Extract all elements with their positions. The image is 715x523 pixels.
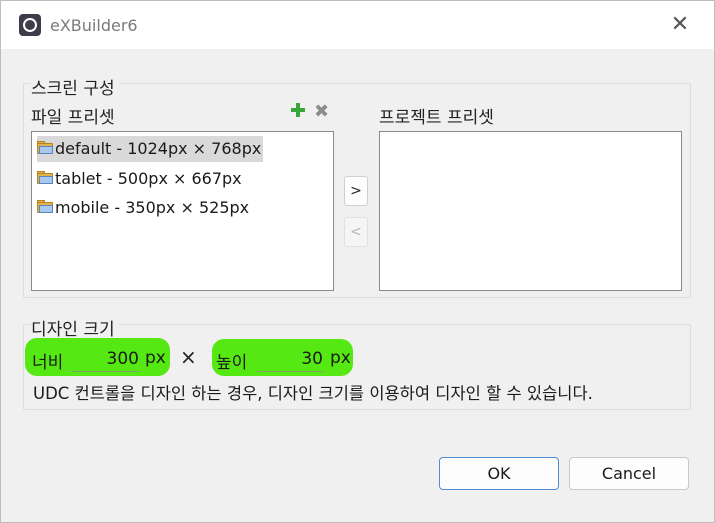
folder-icon: [37, 200, 53, 213]
project-preset-label: 프로젝트 프리셋: [379, 108, 494, 128]
close-button[interactable]: ✕: [665, 11, 695, 39]
folder-icon: [37, 141, 53, 154]
remove-preset-icon[interactable]: ✖: [314, 101, 329, 122]
height-unit: px: [330, 348, 351, 368]
app-icon: [19, 14, 41, 36]
folder-icon: [37, 171, 53, 184]
times-sign: ×: [180, 345, 197, 369]
screen-config-label: 스크린 구성: [31, 74, 119, 99]
width-label: 너비: [32, 353, 64, 373]
height-label: 높이: [216, 353, 248, 373]
ok-button[interactable]: OK: [439, 457, 559, 490]
move-right-button[interactable]: >: [344, 176, 368, 206]
list-item[interactable]: mobile - 350px × 525px: [37, 195, 251, 221]
title-bar: eXBuilder6 ✕: [1, 1, 714, 49]
design-size-help-text: UDC 컨트롤을 디자인 하는 경우, 디자인 크기를 이용하여 디자인 할 수…: [33, 384, 593, 403]
list-item[interactable]: default - 1024px × 768px: [37, 136, 264, 162]
move-left-button[interactable]: <: [344, 217, 368, 247]
dialog-window: eXBuilder6 ✕ 스크린 구성 파일 프리셋 ✖ default - 1…: [0, 0, 715, 523]
height-input[interactable]: 30: [257, 347, 323, 372]
cancel-button[interactable]: Cancel: [569, 457, 689, 490]
list-item[interactable]: tablet - 500px × 667px: [37, 166, 244, 192]
width-unit: px: [145, 348, 166, 368]
window-title: eXBuilder6: [50, 16, 138, 35]
width-input[interactable]: 300: [71, 347, 139, 372]
file-preset-label: 파일 프리셋: [31, 108, 115, 128]
add-preset-icon[interactable]: [291, 103, 305, 117]
file-preset-list[interactable]: default - 1024px × 768px tablet - 500px …: [31, 131, 334, 291]
project-preset-list[interactable]: [379, 131, 682, 291]
design-size-label: 디자인 크기: [31, 315, 119, 340]
